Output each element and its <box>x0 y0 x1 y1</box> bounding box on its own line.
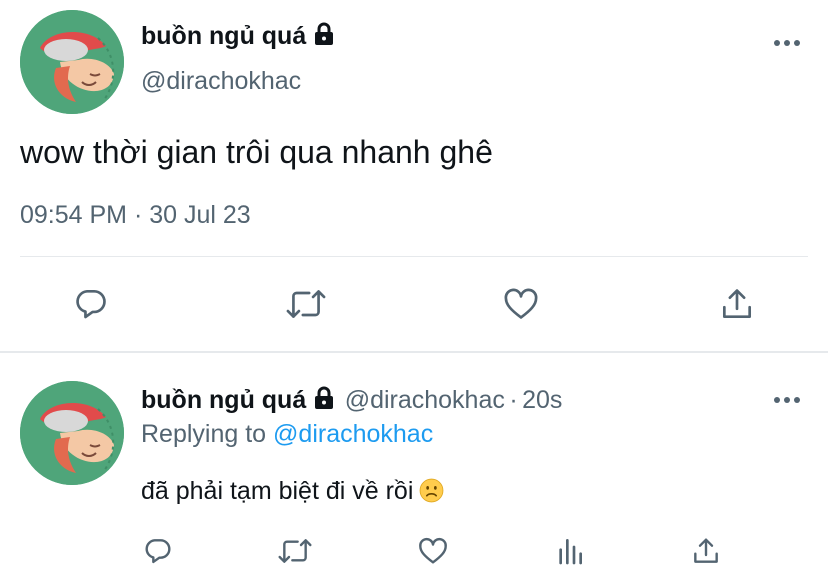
like-icon[interactable] <box>416 535 450 567</box>
share-icon[interactable] <box>718 284 756 324</box>
reply-icon[interactable] <box>72 285 110 323</box>
username[interactable]: @dirachokhac <box>141 67 301 96</box>
frowning-face-emoji <box>419 478 444 503</box>
share-icon[interactable] <box>690 534 722 568</box>
tweet-separator <box>0 351 828 353</box>
display-name-text: buồn ngủ quá <box>141 22 307 50</box>
like-icon[interactable] <box>501 285 541 323</box>
avatar[interactable] <box>20 10 124 114</box>
reply-text-content: đã phải tạm biệt đi về rồi <box>141 477 414 505</box>
replying-to: Replying to @dirachokhac <box>141 420 433 449</box>
separator-dot: · <box>133 201 143 229</box>
lock-icon <box>312 386 336 415</box>
reply-age[interactable]: 20s <box>522 386 562 414</box>
divider <box>20 256 808 257</box>
more-icon[interactable] <box>773 32 801 54</box>
reply-more-icon[interactable] <box>773 389 801 411</box>
tweet-text: wow thời gian trôi qua nhanh ghê <box>20 134 493 170</box>
avatar-image <box>20 10 124 114</box>
reply-avatar[interactable] <box>20 381 124 485</box>
reply-username[interactable]: @dirachokhac <box>345 386 505 414</box>
reply-header: buồn ngủ quá @dirachokhac · 20s <box>141 386 562 415</box>
timestamp[interactable]: 09:54 PM · 30 Jul 23 <box>20 201 251 230</box>
retweet-icon[interactable] <box>284 285 328 323</box>
replying-to-prefix: Replying to <box>141 420 267 448</box>
reply-text: đã phải tạm biệt đi về rồi <box>141 477 444 506</box>
tweet-time: 09:54 PM <box>20 201 128 229</box>
display-name[interactable]: buồn ngủ quá <box>141 22 336 53</box>
replying-to-link[interactable]: @dirachokhac <box>273 420 433 448</box>
separator-dot: · <box>509 386 518 414</box>
analytics-icon[interactable] <box>554 535 586 567</box>
tweet-date: 30 Jul 23 <box>149 201 251 229</box>
retweet-icon[interactable] <box>276 535 314 567</box>
avatar-image <box>20 381 124 485</box>
reply-icon[interactable] <box>142 535 174 567</box>
reply-display-name[interactable]: buồn ngủ quá <box>141 386 306 414</box>
lock-icon <box>312 22 336 53</box>
